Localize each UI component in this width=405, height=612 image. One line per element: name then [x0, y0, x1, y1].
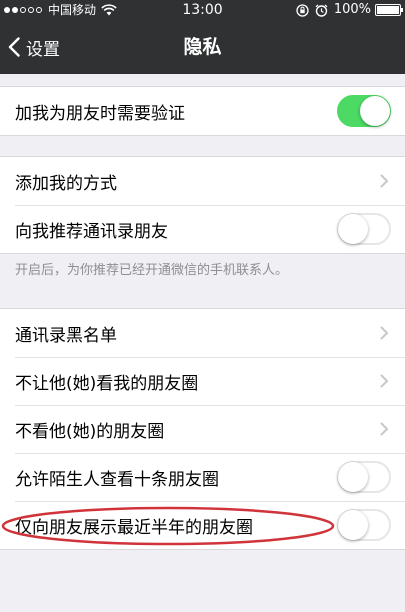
row-show-half-year[interactable]: 仅向朋友展示最近半年的朋友圈: [0, 501, 405, 549]
rotation-lock-icon: [296, 3, 309, 17]
row-label: 添加我的方式: [15, 173, 117, 194]
row-hide-my-moments[interactable]: 不让他(她)看我的朋友圈: [0, 357, 405, 405]
row-strangers-view-ten[interactable]: 允许陌生人查看十条朋友圈: [0, 453, 405, 501]
settings-group-moments: 通讯录黑名单 不让他(她)看我的朋友圈 不看他(她)的朋友圈 允许陌生人查看十条…: [0, 308, 405, 550]
chevron-right-icon: [380, 174, 388, 188]
settings-group-verification: 加我为朋友时需要验证: [0, 86, 405, 136]
status-bar: 中国移动 13:00 100%: [0, 0, 405, 20]
row-label: 允许陌生人查看十条朋友圈: [15, 469, 219, 490]
toggle-switch[interactable]: [337, 95, 391, 127]
top-bar: 中国移动 13:00 100% 设置 隐私: [0, 0, 405, 74]
row-label: 仅向朋友展示最近半年的朋友圈: [15, 517, 253, 538]
toggle-switch[interactable]: [337, 509, 391, 541]
toggle-switch[interactable]: [337, 461, 391, 493]
row-recommend-contacts[interactable]: 向我推荐通讯录朋友: [0, 205, 405, 253]
row-label: 不看他(她)的朋友圈: [15, 421, 165, 442]
toggle-knob: [338, 214, 368, 244]
battery-icon: [375, 4, 403, 16]
row-label: 通讯录黑名单: [15, 325, 117, 346]
toggle-knob: [338, 510, 368, 540]
row-add-me-methods[interactable]: 添加我的方式: [0, 157, 405, 205]
toggle-knob: [338, 462, 368, 492]
chevron-right-icon: [380, 374, 388, 388]
recommend-contacts-footnote: 开启后，为你推荐已经开通微信的手机联系人。: [15, 263, 289, 278]
battery-percentage: 100%: [333, 2, 371, 17]
row-require-verification[interactable]: 加我为朋友时需要验证: [0, 87, 405, 135]
toggle-switch[interactable]: [337, 213, 391, 245]
toggle-knob: [360, 96, 390, 126]
row-label: 不让他(她)看我的朋友圈: [15, 373, 199, 394]
page-title: 隐私: [183, 36, 222, 58]
row-hide-their-moments[interactable]: 不看他(她)的朋友圈: [0, 405, 405, 453]
alarm-icon: [315, 4, 328, 17]
settings-group-discovery: 添加我的方式 向我推荐通讯录朋友: [0, 156, 405, 254]
navigation-bar: 设置 隐私: [0, 20, 405, 74]
row-label: 加我为朋友时需要验证: [15, 103, 185, 124]
chevron-right-icon: [380, 326, 388, 340]
row-label: 向我推荐通讯录朋友: [15, 221, 168, 242]
chevron-right-icon: [380, 422, 388, 436]
row-blacklist[interactable]: 通讯录黑名单: [0, 309, 405, 357]
